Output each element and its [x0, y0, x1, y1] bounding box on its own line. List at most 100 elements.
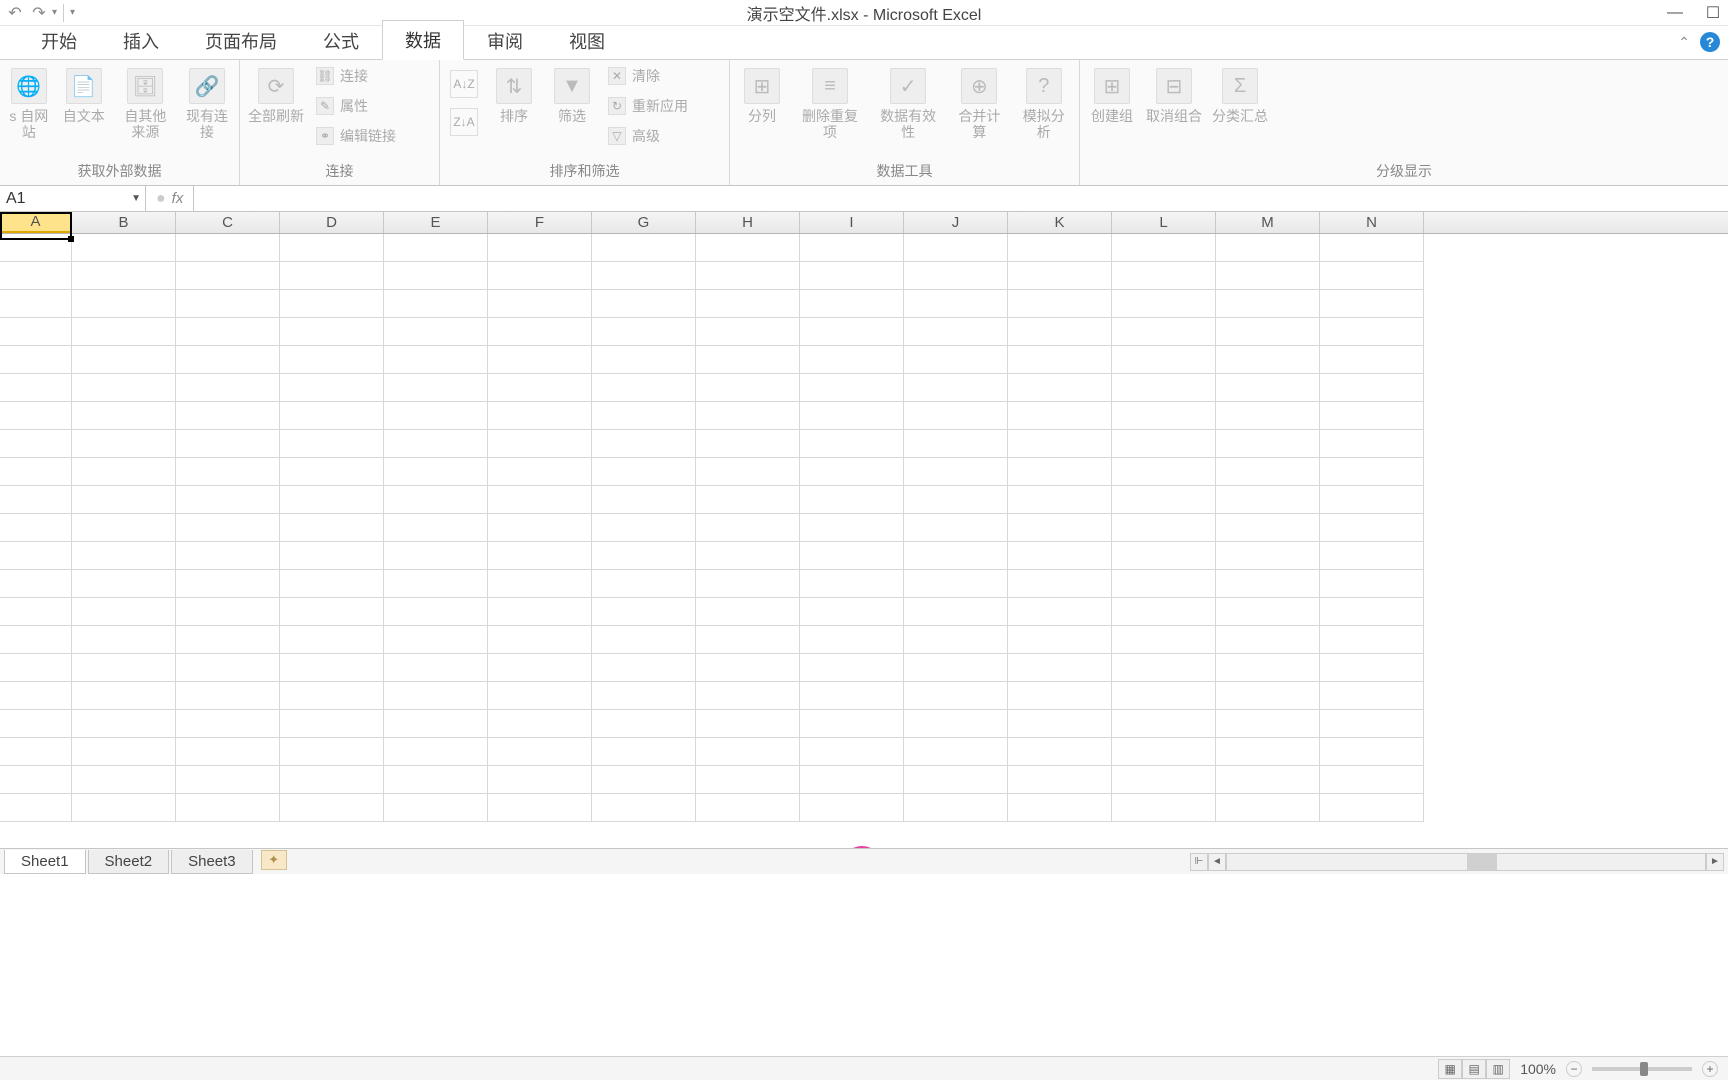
cell[interactable] [1112, 458, 1216, 486]
cell[interactable] [280, 654, 384, 682]
cell[interactable] [384, 626, 488, 654]
cell[interactable] [1216, 374, 1320, 402]
cell[interactable] [176, 766, 280, 794]
cell[interactable] [0, 598, 72, 626]
cell[interactable] [1216, 318, 1320, 346]
col-header-G[interactable]: G [592, 212, 696, 233]
cell[interactable] [800, 430, 904, 458]
cell[interactable] [1112, 290, 1216, 318]
cell[interactable] [904, 682, 1008, 710]
cell[interactable] [696, 738, 800, 766]
cell[interactable] [696, 542, 800, 570]
cell[interactable] [0, 262, 72, 290]
cell[interactable] [1112, 346, 1216, 374]
cell[interactable] [696, 570, 800, 598]
cell[interactable] [0, 374, 72, 402]
col-header-A[interactable]: A [0, 212, 72, 233]
cell[interactable] [176, 710, 280, 738]
cell[interactable] [176, 570, 280, 598]
cell[interactable] [696, 626, 800, 654]
cell[interactable] [488, 570, 592, 598]
cell[interactable] [0, 486, 72, 514]
cell[interactable] [904, 318, 1008, 346]
cell[interactable] [1112, 542, 1216, 570]
cell[interactable] [280, 402, 384, 430]
cell[interactable] [488, 290, 592, 318]
cell[interactable] [1216, 710, 1320, 738]
fill-handle[interactable] [68, 236, 74, 242]
col-header-D[interactable]: D [280, 212, 384, 233]
cell[interactable] [1320, 570, 1424, 598]
cell[interactable] [800, 374, 904, 402]
sheet-tab-1[interactable]: Sheet1 [4, 850, 86, 874]
cell[interactable] [696, 794, 800, 822]
cell[interactable] [904, 542, 1008, 570]
cell[interactable] [696, 766, 800, 794]
cell[interactable] [384, 486, 488, 514]
cell[interactable] [488, 346, 592, 374]
sheet-tab-3[interactable]: Sheet3 [171, 850, 253, 874]
cell[interactable] [800, 318, 904, 346]
cell[interactable] [1008, 234, 1112, 262]
cell[interactable] [696, 710, 800, 738]
cell[interactable] [488, 794, 592, 822]
cell[interactable] [72, 402, 176, 430]
qat-dropdown-icon[interactable]: ▾ [52, 7, 57, 18]
cell[interactable] [1112, 710, 1216, 738]
tab-home[interactable]: 开始 [18, 21, 100, 60]
cell[interactable] [592, 430, 696, 458]
normal-view-button[interactable]: ▦ [1438, 1059, 1462, 1079]
reapply-button[interactable]: ↻重新应用 [604, 94, 692, 118]
cell[interactable] [1216, 234, 1320, 262]
cell[interactable] [0, 570, 72, 598]
cell[interactable] [0, 346, 72, 374]
cell[interactable] [0, 626, 72, 654]
grid-rows[interactable] [0, 234, 1728, 822]
cell[interactable] [488, 542, 592, 570]
cell[interactable] [72, 430, 176, 458]
cell[interactable] [384, 598, 488, 626]
clear-filter-button[interactable]: ✕清除 [604, 64, 692, 88]
cell[interactable] [1320, 402, 1424, 430]
col-header-K[interactable]: K [1008, 212, 1112, 233]
cell[interactable] [1112, 262, 1216, 290]
cell[interactable] [904, 458, 1008, 486]
tab-formulas[interactable]: 公式 [300, 21, 382, 60]
cell[interactable] [0, 710, 72, 738]
cell[interactable] [1112, 626, 1216, 654]
cell[interactable] [904, 374, 1008, 402]
cell[interactable] [280, 346, 384, 374]
col-header-M[interactable]: M [1216, 212, 1320, 233]
cell[interactable] [1008, 542, 1112, 570]
cell[interactable] [384, 542, 488, 570]
cell[interactable] [384, 262, 488, 290]
tab-insert[interactable]: 插入 [100, 21, 182, 60]
cell[interactable] [280, 766, 384, 794]
cell[interactable] [1320, 318, 1424, 346]
zoom-slider[interactable] [1592, 1067, 1692, 1071]
cell[interactable] [1008, 486, 1112, 514]
cell[interactable] [1216, 542, 1320, 570]
cell[interactable] [280, 374, 384, 402]
ungroup-button[interactable]: ⊟取消组合 [1144, 64, 1204, 128]
cell[interactable] [592, 570, 696, 598]
col-header-E[interactable]: E [384, 212, 488, 233]
cell[interactable] [488, 458, 592, 486]
cell[interactable] [176, 598, 280, 626]
cell[interactable] [1112, 738, 1216, 766]
cell[interactable] [904, 710, 1008, 738]
cell[interactable] [1320, 766, 1424, 794]
cell[interactable] [72, 654, 176, 682]
cell[interactable] [592, 458, 696, 486]
cell[interactable] [800, 262, 904, 290]
cell[interactable] [1320, 430, 1424, 458]
cell[interactable] [1112, 766, 1216, 794]
cell[interactable] [384, 458, 488, 486]
cell[interactable] [488, 626, 592, 654]
cell[interactable] [384, 738, 488, 766]
sort-asc-button[interactable]: A↓Z [450, 70, 478, 98]
cell[interactable] [1008, 598, 1112, 626]
cell[interactable] [1112, 598, 1216, 626]
cancel-fx-icon[interactable]: ● [156, 190, 166, 208]
cell[interactable] [384, 514, 488, 542]
